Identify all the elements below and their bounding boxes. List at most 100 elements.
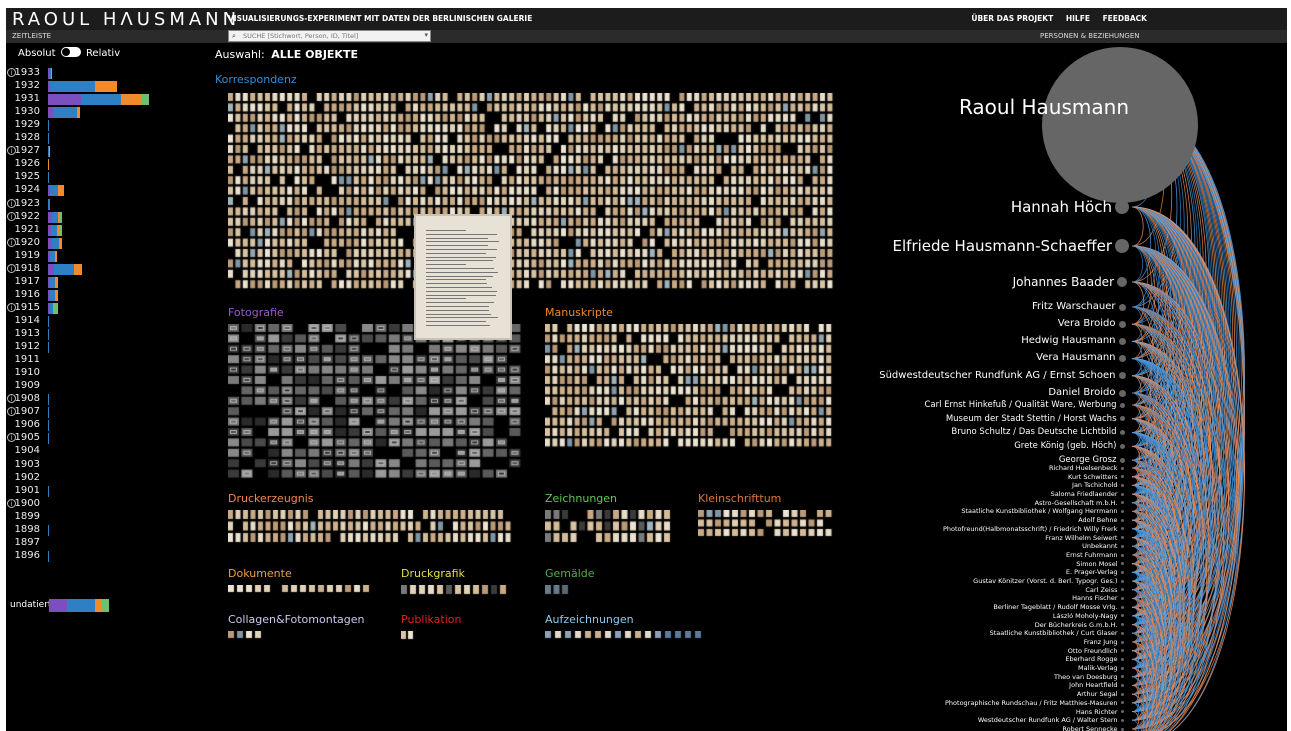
person-node[interactable] <box>1115 239 1129 253</box>
timeline-year-bar[interactable] <box>48 289 58 301</box>
category-zeichnungen[interactable]: Zeichnungen <box>545 492 617 505</box>
person-name[interactable]: Johannes Baader <box>1013 275 1114 289</box>
timeline-year-1901[interactable]: 1901 <box>6 485 206 498</box>
person-node[interactable] <box>1118 303 1126 311</box>
timeline-year-bar[interactable] <box>48 81 117 93</box>
category-manuskripte[interactable]: Manuskripte <box>545 306 613 319</box>
person-name[interactable]: Otto Freundlich <box>1068 647 1118 655</box>
timeline-year-bar[interactable] <box>48 524 49 536</box>
grid-dokumente[interactable] <box>228 585 388 597</box>
timeline-year-1896[interactable]: 1896 <box>6 550 206 563</box>
grid-collagen[interactable] <box>228 631 268 641</box>
person-name[interactable]: John Heartfield <box>1069 681 1117 689</box>
person-name[interactable]: Staatliche Kunstbibliothek / Wolfgang He… <box>961 507 1117 515</box>
timeline-year-1900[interactable]: i 1900 <box>6 498 206 511</box>
person-node[interactable] <box>1120 597 1124 600</box>
grid-druckerzeugnis[interactable] <box>228 510 516 552</box>
person-name[interactable]: Vera Hausmann <box>1036 352 1115 363</box>
timeline-year-1923[interactable]: i 1923 <box>6 198 206 211</box>
absolute-relative-toggle[interactable]: Absolut Relativ <box>18 47 120 59</box>
category-fotografie[interactable]: Fotografie <box>228 306 284 319</box>
grid-zeichnungen[interactable] <box>545 510 675 552</box>
person-node[interactable] <box>1120 544 1124 548</box>
timeline-year-bar[interactable] <box>48 211 62 223</box>
timeline-year-1922[interactable]: i 1922 <box>6 211 206 224</box>
category-aufzeichnungen[interactable]: Aufzeichnungen <box>545 613 634 626</box>
person-name[interactable]: Jan Tschichold <box>1072 481 1117 489</box>
person-node[interactable] <box>1119 416 1125 422</box>
search-box[interactable]: ⌕ ▾ <box>228 30 431 42</box>
person-node[interactable] <box>1118 320 1126 328</box>
person-node[interactable] <box>1120 553 1124 557</box>
timeline-year-bar[interactable] <box>48 342 49 354</box>
timeline-year-1903[interactable]: 1903 <box>6 459 206 472</box>
person-name[interactable]: Berliner Tageblatt / Rudolf Mosse Vrlg. <box>993 603 1117 611</box>
person-name[interactable]: Richard Huelsenbeck <box>1049 464 1118 472</box>
timeline-year-bar[interactable] <box>48 315 49 327</box>
timeline-year-1919[interactable]: 1919 <box>6 250 206 263</box>
person-name[interactable]: Carl Zeiss <box>1085 586 1117 594</box>
person-node[interactable] <box>1120 631 1124 635</box>
timeline-year-bar[interactable] <box>48 94 149 106</box>
timeline-year-1926[interactable]: 1926 <box>6 158 206 171</box>
timeline-year-1913[interactable]: 1913 <box>6 328 206 341</box>
person-node[interactable] <box>1120 518 1124 522</box>
chevron-down-icon[interactable]: ▾ <box>424 31 428 39</box>
person-name[interactable]: Hedwig Hausmann <box>1021 335 1115 346</box>
person-name[interactable]: Carl Ernst Hinkefuß / Qualität Ware, Wer… <box>924 400 1116 410</box>
timeline-year-bar[interactable] <box>48 433 49 445</box>
timeline-year-1915[interactable]: i 1915 <box>6 302 206 315</box>
nav-about-link[interactable]: ÜBER DAS PROJEKT <box>971 14 1053 23</box>
person-name[interactable]: Ernst Fuhrmann <box>1066 551 1118 559</box>
person-name[interactable]: Staatliche Kunstbibliothek / Curt Glaser <box>990 629 1118 637</box>
timeline-year-bar[interactable] <box>48 224 62 236</box>
person-name[interactable]: Bruno Schultz / Das Deutsche Lichtbild <box>951 427 1116 437</box>
person-name[interactable]: Simon Mosel <box>1076 560 1117 568</box>
timeline-year-bar[interactable] <box>48 250 57 262</box>
person-name[interactable]: Photofreund(Halbmonatsschrift) / Friedri… <box>943 525 1118 533</box>
person-name[interactable]: Franz Wilhelm Seiwert <box>1045 534 1117 542</box>
person-name[interactable]: Daniel Broido <box>1048 387 1115 398</box>
person-node[interactable] <box>1118 337 1126 345</box>
timeline-year-1930[interactable]: 1930 <box>6 106 206 119</box>
category-kleinschrifttum[interactable]: Kleinschrifttum <box>698 492 781 505</box>
timeline-year-1909[interactable]: 1909 <box>6 380 206 393</box>
person-node[interactable] <box>1120 692 1124 696</box>
timeline-year-1912[interactable]: 1912 <box>6 341 206 354</box>
person-node[interactable] <box>1120 657 1124 661</box>
person-name[interactable]: Malik-Verlag <box>1078 664 1117 672</box>
person-node[interactable] <box>1119 430 1125 436</box>
person-name[interactable]: Südwestdeutscher Rundfunk AG / Ernst Sch… <box>879 370 1115 381</box>
person-node[interactable] <box>1120 466 1124 470</box>
person-node[interactable] <box>1120 640 1124 644</box>
timeline-year-1917[interactable]: 1917 <box>6 276 206 289</box>
timeline-year-1911[interactable]: 1911 <box>6 354 206 367</box>
category-korrespondenz[interactable]: Korrespondenz <box>215 73 297 86</box>
person-name[interactable]: Eberhard Rogge <box>1065 655 1117 663</box>
document-preview[interactable] <box>414 214 512 340</box>
timeline-year-1928[interactable]: 1928 <box>6 132 206 145</box>
person-node[interactable] <box>1120 579 1124 583</box>
timeline-year-1897[interactable]: 1897 <box>6 537 206 550</box>
timeline-year-bar[interactable] <box>48 237 62 249</box>
timeline-year-bar[interactable] <box>48 485 49 497</box>
timeline-year-1910[interactable]: 1910 <box>6 367 206 380</box>
timeline-year-1898[interactable]: 1898 <box>6 524 206 537</box>
toggle-switch[interactable] <box>60 47 81 57</box>
timeline-year-bar[interactable] <box>48 302 58 314</box>
person-node[interactable] <box>1120 675 1124 679</box>
person-name[interactable]: Hannah Höch <box>1011 198 1112 216</box>
timeline-year-1924[interactable]: 1924 <box>6 184 206 197</box>
timeline-year-bar[interactable] <box>48 68 52 79</box>
person-name[interactable]: Saloma Friedlaender <box>1051 490 1118 498</box>
person-name[interactable]: Der Bücherkreis G.m.b.H. <box>1035 621 1118 629</box>
person-node[interactable] <box>1120 501 1124 505</box>
person-name[interactable]: Theo van Doesburg <box>1054 673 1117 681</box>
grid-publikation[interactable] <box>401 631 415 641</box>
timeline-year-bar[interactable] <box>48 185 64 197</box>
grid-aufzeichnungen[interactable] <box>545 631 707 643</box>
person-name[interactable]: Hanns Fischer <box>1072 594 1117 602</box>
category-dokumente[interactable]: Dokumente <box>228 567 292 580</box>
person-node[interactable] <box>1119 443 1125 449</box>
person-name[interactable]: László Moholy-Nagy <box>1053 612 1118 620</box>
